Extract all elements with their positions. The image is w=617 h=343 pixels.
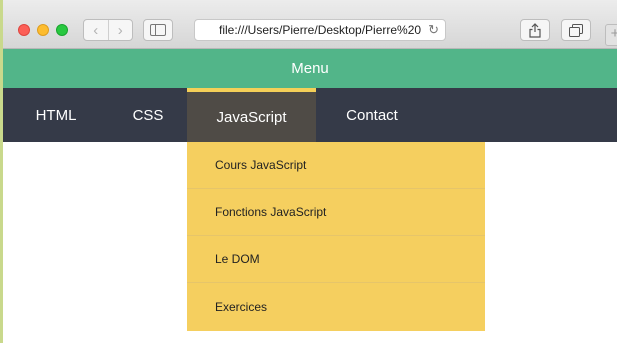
sidebar-icon bbox=[150, 24, 166, 36]
forward-button[interactable]: › bbox=[107, 20, 133, 40]
tabs-overview-icon bbox=[569, 23, 583, 37]
nav-item-contact[interactable]: Contact bbox=[316, 88, 428, 142]
nav-item-html[interactable]: HTML bbox=[3, 88, 109, 142]
browser-toolbar: ‹ › file:///Users/Pierre/Desktop/Pierre%… bbox=[3, 0, 617, 49]
sidebar-toggle-button[interactable] bbox=[143, 19, 173, 41]
share-button[interactable] bbox=[520, 19, 550, 41]
address-bar[interactable]: file:///Users/Pierre/Desktop/Pierre%20 ↻ bbox=[194, 19, 446, 41]
new-tab-button[interactable]: + bbox=[605, 24, 617, 46]
address-text: file:///Users/Pierre/Desktop/Pierre%20 bbox=[219, 23, 422, 37]
history-nav: ‹ › bbox=[83, 19, 133, 41]
show-tabs-button[interactable] bbox=[561, 19, 591, 41]
menu-header: Menu bbox=[3, 49, 617, 88]
zoom-window-button[interactable] bbox=[56, 24, 68, 36]
javascript-dropdown-menu: Cours JavaScript Fonctions JavaScript Le… bbox=[187, 142, 485, 331]
share-icon bbox=[529, 22, 541, 38]
minimize-window-button[interactable] bbox=[37, 24, 49, 36]
menu-title: Menu bbox=[291, 60, 329, 77]
dropdown-item-le-dom[interactable]: Le DOM bbox=[187, 236, 485, 283]
reload-icon[interactable]: ↻ bbox=[428, 22, 439, 38]
back-button[interactable]: ‹ bbox=[84, 20, 108, 40]
main-nav: HTML CSS JavaScript Contact bbox=[3, 88, 617, 142]
dropdown-item-exercices[interactable]: Exercices bbox=[187, 283, 485, 331]
nav-item-javascript[interactable]: JavaScript bbox=[187, 88, 316, 142]
dropdown-item-cours-javascript[interactable]: Cours JavaScript bbox=[187, 142, 485, 189]
nav-item-css[interactable]: CSS bbox=[109, 88, 187, 142]
close-window-button[interactable] bbox=[18, 24, 30, 36]
dropdown-item-fonctions-javascript[interactable]: Fonctions JavaScript bbox=[187, 189, 485, 236]
